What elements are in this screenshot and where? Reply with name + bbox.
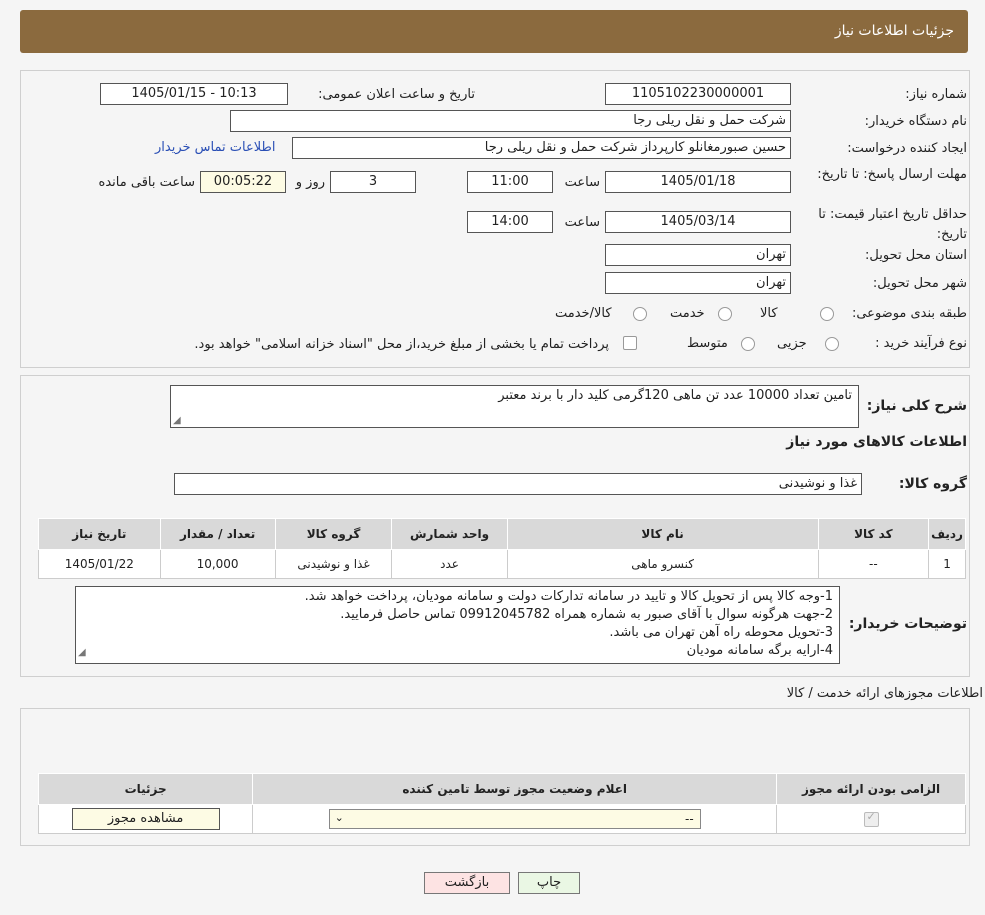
items-table: ردیف کد کالا نام کالا واحد شمارش گروه کا… (38, 518, 966, 579)
cell-date: 1405/01/22 (38, 549, 161, 579)
remaining-label: ساعت باقی مانده (98, 175, 195, 190)
note-line-1: 1-وجه کالا پس از تحویل کالا و تایید در س… (304, 589, 833, 604)
need-number-field: 1105102230000001 (605, 83, 791, 105)
buyer-field: شرکت حمل و نقل ریلی رجا (230, 110, 791, 132)
chevron-down-icon: ⌄ (334, 811, 344, 824)
creator-field: حسین صبورمغانلو کارپرداز شرکت حمل و نقل … (292, 137, 791, 159)
goods-group-label: گروه کالا: (898, 476, 967, 492)
permit-status-select[interactable]: -- ⌄ (328, 809, 701, 829)
category-radio-service[interactable] (718, 307, 732, 321)
buyer-notes-textarea: 1-وجه کالا پس از تحویل کالا و تایید در س… (75, 586, 840, 664)
cell-row: 1 (928, 549, 966, 579)
cell-group: غذا و نوشیدنی (274, 549, 393, 579)
col-permit-details: جزئیات (37, 773, 254, 805)
price-validity-date-field: 1405/03/14 (605, 211, 791, 233)
process-radio-minor[interactable] (825, 337, 839, 351)
view-permit-button[interactable]: مشاهده مجوز (71, 808, 220, 830)
announce-field: 1405/01/15 - 10:13 (100, 83, 288, 105)
table-row: 1 -- کنسرو ماهی عدد غذا و نوشیدنی 10,000… (38, 549, 966, 579)
process-label: نوع فرآیند خرید : (875, 336, 967, 351)
need-number-label: شماره نیاز: (905, 87, 967, 102)
permits-table-header: الزامی بودن ارائه مجوز اعلام وضعیت مجوز … (37, 773, 966, 805)
city-field: تهران (605, 272, 791, 294)
col-qty: تعداد / مقدار (159, 518, 276, 550)
permits-table: الزامی بودن ارائه مجوز اعلام وضعیت مجوز … (37, 773, 966, 834)
cell-name: کنسرو ماهی (506, 549, 819, 579)
col-code: کد کالا (817, 518, 930, 550)
announce-label: تاریخ و ساعت اعلان عمومی: (318, 87, 475, 102)
category-option-goods-service: کالا/خدمت (555, 306, 612, 321)
process-radio-medium[interactable] (741, 337, 755, 351)
days-field: 3 (330, 171, 416, 193)
col-unit: واحد شمارش (391, 518, 508, 550)
col-name: نام کالا (506, 518, 819, 550)
note-line-4: 4-ارایه برگه سامانه مودیان (686, 643, 833, 658)
summary-textarea: تامین تعداد 10000 عدد تن ماهی 120گرمی کل… (170, 385, 859, 428)
treasury-checkbox[interactable] (623, 336, 637, 350)
payment-note: پرداخت تمام یا بخشی از مبلغ خرید،از محل … (194, 337, 609, 352)
category-radio-goods-service[interactable] (633, 307, 647, 321)
page-header: جزئیات اطلاعات نیاز (20, 10, 968, 53)
buyer-contact-link[interactable]: اطلاعات تماس خریدار (155, 140, 275, 155)
resize-grip-icon[interactable]: ◢ (173, 415, 181, 426)
cell-permit-details: مشاهده مجوز (37, 804, 254, 834)
category-option-service: خدمت (670, 306, 705, 321)
col-date: تاریخ نیاز (38, 518, 161, 550)
goods-info-title: اطلاعات کالاهای مورد نیاز (786, 434, 967, 450)
back-button[interactable]: بازگشت (424, 872, 510, 894)
cell-permit-status: -- ⌄ (252, 804, 778, 834)
price-validity-time-field: 14:00 (467, 211, 553, 233)
category-radio-goods[interactable] (820, 307, 834, 321)
table-row: ✓ -- ⌄ مشاهده مجوز (37, 804, 966, 834)
buyer-label: نام دستگاه خریدار: (864, 114, 967, 129)
page-title: جزئیات اطلاعات نیاز (834, 23, 954, 39)
cell-permit-required: ✓ (776, 804, 966, 834)
price-validity-time-label: ساعت (564, 215, 600, 230)
col-row: ردیف (928, 518, 966, 550)
creator-label: ایجاد کننده درخواست: (847, 141, 967, 156)
price-validity-label: حداقل تاریخ اعتبار قیمت: تا تاریخ: (818, 207, 967, 242)
days-label: روز و (295, 175, 325, 190)
deadline-label: مهلت ارسال پاسخ: تا تاریخ: (817, 167, 967, 182)
summary-text: تامین تعداد 10000 عدد تن ماهی 120گرمی کل… (498, 388, 852, 403)
deadline-time-label: ساعت (564, 175, 600, 190)
col-permit-status: اعلام وضعیت مجوز توسط تامین کننده (252, 773, 778, 805)
cell-unit: عدد (391, 549, 508, 579)
cell-code: -- (817, 549, 930, 579)
category-option-goods: کالا (760, 306, 778, 321)
note-line-2: 2-جهت هرگونه سوال با آقای صبور به شماره … (340, 607, 833, 622)
city-label: شهر محل تحویل: (872, 276, 967, 291)
buyer-notes-label: توضیحات خریدار: (848, 616, 967, 632)
items-table-header: ردیف کد کالا نام کالا واحد شمارش گروه کا… (38, 518, 966, 550)
col-permit-required: الزامی بودن ارائه مجوز (776, 773, 966, 805)
resize-grip-icon[interactable]: ◢ (78, 644, 86, 662)
process-option-medium: متوسط (687, 336, 728, 351)
permit-status-value: -- (685, 812, 694, 826)
remaining-time-field: 00:05:22 (200, 171, 286, 193)
process-option-minor: جزیی (777, 336, 807, 351)
print-button[interactable]: چاپ (518, 872, 580, 894)
col-group: گروه کالا (274, 518, 393, 550)
province-field: تهران (605, 244, 791, 266)
deadline-time-field: 11:00 (467, 171, 553, 193)
category-label: طبقه بندی موضوعی: (851, 306, 967, 321)
summary-label: شرح کلی نیاز: (866, 398, 967, 414)
province-label: استان محل تحویل: (865, 248, 967, 263)
check-icon: ✓ (866, 810, 876, 823)
permit-required-checkbox[interactable]: ✓ (863, 810, 879, 827)
permits-title: اطلاعات مجوزهای ارائه خدمت / کالا (786, 686, 983, 701)
cell-qty: 10,000 (159, 549, 276, 579)
note-line-3: 3-تحویل محوطه راه آهن تهران می باشد. (609, 625, 833, 640)
goods-group-field: غذا و نوشیدنی (174, 473, 862, 495)
deadline-date-field: 1405/01/18 (605, 171, 791, 193)
